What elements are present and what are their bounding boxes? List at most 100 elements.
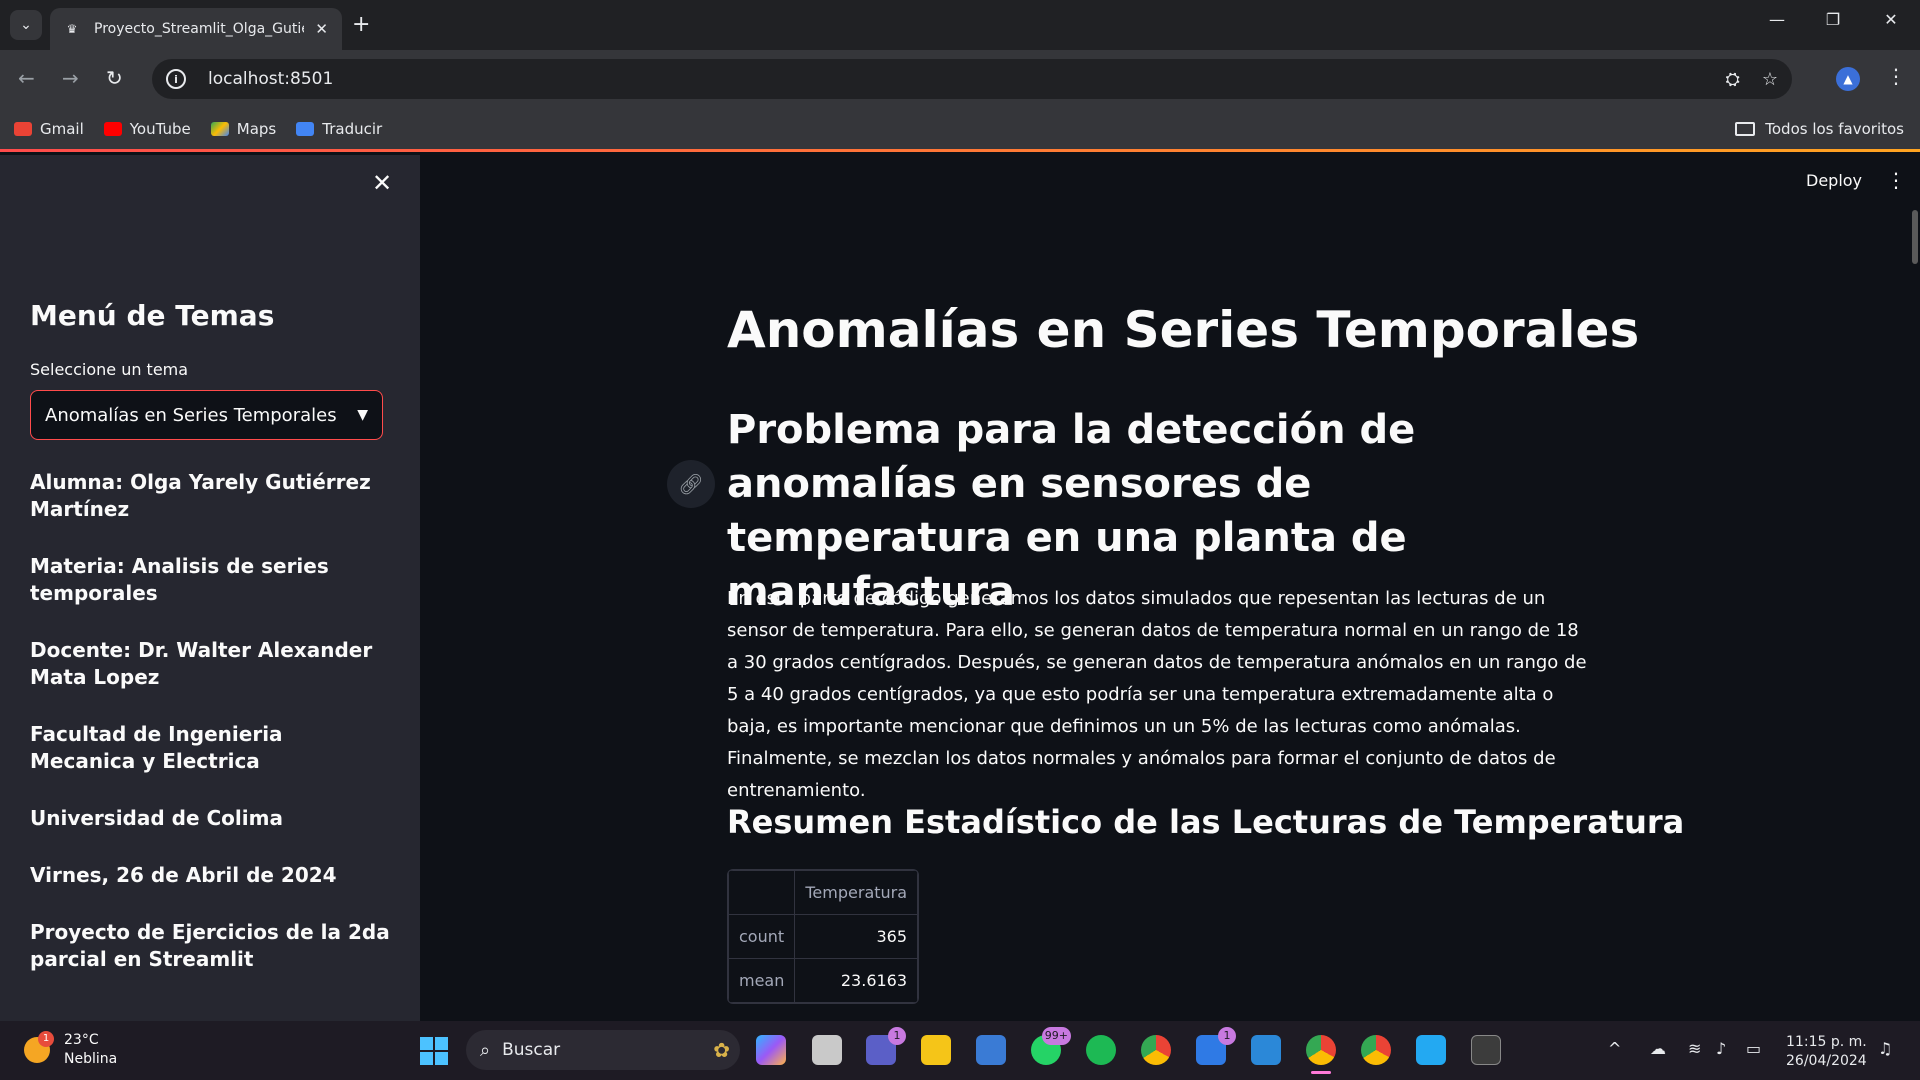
row-value: 365 [794, 914, 919, 959]
weather-sun-icon: 1 [24, 1031, 54, 1063]
column-header: Temperatura [794, 870, 919, 915]
bookmark-gmail[interactable]: Gmail [14, 120, 84, 138]
scrollbar[interactable] [1912, 210, 1918, 264]
index-header [728, 870, 796, 915]
row-value: 23.6163 [794, 958, 919, 1003]
weather-temp: 23°C [64, 1032, 99, 1048]
sidebar-info-list: Alumna: Olga Yarely Gutiérrez Martínez M… [30, 469, 390, 1003]
todo-icon[interactable]: 1 [1196, 1027, 1236, 1065]
bookmark-label: Maps [236, 119, 277, 138]
select-label: Seleccione un tema [30, 360, 189, 379]
sidebar-close-icon[interactable]: ✕ [372, 169, 392, 197]
chrome-profile-icon[interactable] [1306, 1035, 1336, 1065]
profile-avatar-icon[interactable]: ▲ [1836, 67, 1860, 91]
wifi-icon[interactable]: ≋ [1688, 1039, 1701, 1058]
sidebar: ✕ Menú de Temas Seleccione un tema Anoma… [0, 155, 420, 1021]
back-arrow-icon[interactable]: ← [18, 66, 35, 90]
bookmark-maps[interactable]: Maps [210, 119, 277, 138]
vscode-icon[interactable] [1416, 1035, 1446, 1065]
sidebar-item-subject: Materia: Analisis de series temporales [30, 554, 329, 605]
table-row: count 365 [728, 914, 919, 959]
restore-icon[interactable]: ❐ [1818, 10, 1848, 29]
whatsapp-badge: 99+ [1041, 1027, 1071, 1045]
taskbar-search[interactable]: ⌕ Buscar ✿ [466, 1030, 740, 1070]
maps-icon [210, 121, 229, 136]
volume-icon[interactable]: ♪ [1716, 1039, 1726, 1058]
summary-heading: Resumen Estadístico de las Lecturas de T… [727, 803, 1685, 841]
table-header-row: Temperatura [728, 870, 919, 915]
forward-arrow-icon[interactable]: → [62, 66, 79, 90]
bookmark-label: YouTube [129, 119, 191, 138]
browser-tab-bar: ⌄ ♛ Proyecto_Streamlit_Olga_Gutiérrez ✕ … [0, 0, 1920, 50]
search-placeholder: Buscar [502, 1040, 561, 1060]
sidebar-item-faculty: Facultad de Ingenieria Mecanica y Electr… [30, 722, 283, 773]
sidebar-title: Menú de Temas [30, 299, 275, 332]
system-clock[interactable]: 11:15 p. m. 26/04/2024 [1786, 1033, 1867, 1071]
table-row: mean 23.6163 [728, 958, 919, 1003]
topic-select-value: Anomalías en Series Temporales [45, 404, 337, 426]
tab-close-icon[interactable]: ✕ [315, 20, 328, 38]
site-info-icon[interactable]: i [166, 69, 186, 89]
sidebar-item-student: Alumna: Olga Yarely Gutiérrez Martínez [30, 470, 371, 521]
bookmark-star-icon[interactable]: ☆ [1762, 69, 1778, 90]
url-text[interactable]: localhost:8501 [208, 69, 333, 89]
folder-icon [1735, 121, 1756, 136]
all-bookmarks-label: Todos los favoritos [1765, 119, 1904, 138]
spotify-icon[interactable] [1086, 1035, 1116, 1065]
reload-icon[interactable]: ↻ [106, 66, 123, 90]
stats-table[interactable]: Temperatura count 365 mean 23.6163 [727, 869, 920, 1004]
tab-search-chevron-icon[interactable]: ⌄ [10, 10, 42, 40]
translate-bookmark-icon [296, 121, 315, 136]
notepad-icon[interactable] [1251, 1035, 1281, 1065]
translate-icon[interactable]: ⛭ [1725, 69, 1739, 90]
streamlit-favicon-icon: ♛ [66, 22, 78, 36]
minimize-icon[interactable]: — [1762, 10, 1792, 29]
chrome-second-profile-icon[interactable] [1361, 1035, 1391, 1065]
sidebar-item-university: Universidad de Colima [30, 806, 283, 830]
new-tab-plus-icon[interactable]: + [352, 12, 370, 37]
file-explorer-icon[interactable] [921, 1035, 951, 1065]
task-view-icon[interactable] [812, 1035, 842, 1065]
address-bar[interactable]: i localhost:8501 ⛭ ☆ [152, 59, 1792, 99]
windows-start-icon[interactable] [420, 1037, 448, 1065]
weather-desc: Neblina [64, 1051, 118, 1067]
chevron-down-icon: ▼ [357, 407, 368, 423]
sidebar-item-project: Proyecto de Ejercicios de la 2da parcial… [30, 920, 390, 971]
bookmarks-bar: Gmail YouTube Maps Traducir Todos los fa… [0, 108, 1920, 152]
description-paragraph: En esta parte de código generamos los da… [727, 588, 1587, 801]
window-close-icon[interactable]: ✕ [1876, 10, 1906, 29]
whatsapp-icon[interactable]: 99+ [1031, 1027, 1071, 1065]
search-highlight-icon: ✿ [713, 1038, 730, 1062]
sidebar-item-date: Virnes, 26 de Abril de 2024 [30, 863, 337, 887]
onedrive-icon[interactable]: ☁ [1650, 1039, 1666, 1058]
row-label: mean [728, 958, 796, 1003]
tray-chevron-up-icon[interactable]: ^ [1608, 1039, 1621, 1058]
bookmark-translate[interactable]: Traducir [296, 120, 382, 138]
tab-title: Proyecto_Streamlit_Olga_Gutiérrez [94, 21, 304, 37]
weather-widget[interactable]: 1 23°C Neblina [24, 1031, 117, 1069]
chrome-menu-icon[interactable]: ⋮ [1886, 64, 1906, 88]
deploy-button[interactable]: Deploy [1806, 171, 1862, 190]
bookmark-label: Gmail [40, 119, 84, 138]
browser-toolbar: ← → ↻ i localhost:8501 ⛭ ☆ ▲ ⋮ [0, 50, 1920, 108]
weather-badge: 1 [38, 1031, 54, 1047]
search-icon: ⌕ [480, 1039, 491, 1061]
bookmark-youtube[interactable]: YouTube [103, 119, 191, 138]
store-icon[interactable] [976, 1035, 1006, 1065]
terminal-icon[interactable] [1471, 1035, 1501, 1065]
battery-icon[interactable]: ▭ [1746, 1039, 1761, 1058]
teams-badge: 1 [888, 1027, 906, 1045]
app-menu-icon[interactable]: ⋮ [1886, 168, 1906, 192]
all-bookmarks[interactable]: Todos los favoritos [1735, 120, 1904, 138]
chrome-icon[interactable] [1141, 1035, 1171, 1065]
topic-select[interactable]: Anomalías en Series Temporales ▼ [30, 390, 383, 440]
page-title: Anomalías en Series Temporales [727, 301, 1640, 359]
bookmark-label: Traducir [322, 119, 383, 138]
copilot-icon[interactable] [756, 1035, 786, 1065]
teams-icon[interactable]: 1 [866, 1027, 906, 1065]
row-label: count [728, 914, 796, 959]
notifications-bell-icon[interactable]: ♫ [1878, 1039, 1892, 1058]
taskbar: 1 23°C Neblina ⌕ Buscar ✿ 1 99+ 1 ^ ☁ ≋ … [0, 1021, 1920, 1080]
browser-tab[interactable]: ♛ Proyecto_Streamlit_Olga_Gutiérrez ✕ [50, 8, 342, 50]
link-anchor-icon[interactable]: 🔗︎ [667, 460, 715, 508]
